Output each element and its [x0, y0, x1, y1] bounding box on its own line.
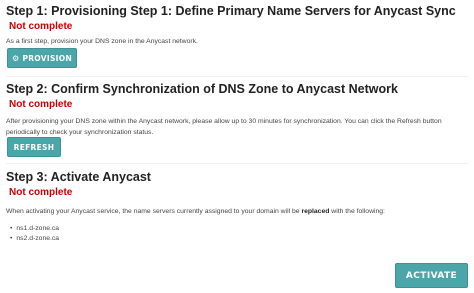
step1-status: Not complete	[9, 21, 73, 32]
step2-title: Step 2: Confirm Synchronization of DNS Z…	[6, 82, 398, 96]
step1-title: Step 1: Provisioning Step 1: Define Prim…	[6, 4, 456, 18]
activate-button-label: ACTIVATE	[405, 270, 458, 281]
provision-button-label: PROVISION	[22, 53, 73, 63]
step3-description-bold: replaced	[301, 208, 330, 215]
step3-description-post: with the following:	[329, 208, 385, 215]
step3-title: Step 3: Activate Anycast	[6, 170, 151, 184]
divider	[6, 76, 468, 77]
step2-description-line1: After provisioning your DNS zone within …	[6, 118, 442, 125]
step1-section: Step 1: Provisioning Step 1: Define Prim…	[6, 4, 468, 47]
step3-section: Step 3: Activate Anycast Not complete Wh…	[6, 170, 468, 217]
nameserver-list: ns1.d-zone.ca ns2.d-zone.ca	[10, 224, 59, 244]
step2-description-line2: periodically to check your synchronizati…	[6, 129, 154, 136]
step2-section: Step 2: Confirm Synchronization of DNS Z…	[6, 82, 468, 138]
step2-description: After provisioning your DNS zone within …	[6, 116, 468, 138]
refresh-button-label: REFRESH	[13, 142, 55, 152]
divider	[6, 163, 468, 164]
step3-description: When activating your Anycast service, th…	[6, 206, 468, 217]
refresh-button[interactable]: REFRESH	[7, 137, 61, 157]
provision-button[interactable]: ⚙ PROVISION	[7, 48, 77, 68]
step1-description: As a first step, provision your DNS zone…	[6, 38, 198, 45]
nameserver-item: ns1.d-zone.ca	[10, 224, 59, 234]
step3-status: Not complete	[9, 187, 73, 198]
step2-status: Not complete	[9, 99, 73, 110]
cogs-icon: ⚙	[11, 53, 20, 63]
nameserver-item: ns2.d-zone.ca	[10, 234, 59, 244]
activate-button[interactable]: ACTIVATE	[395, 263, 468, 288]
step3-description-pre: When activating your Anycast service, th…	[6, 208, 302, 215]
